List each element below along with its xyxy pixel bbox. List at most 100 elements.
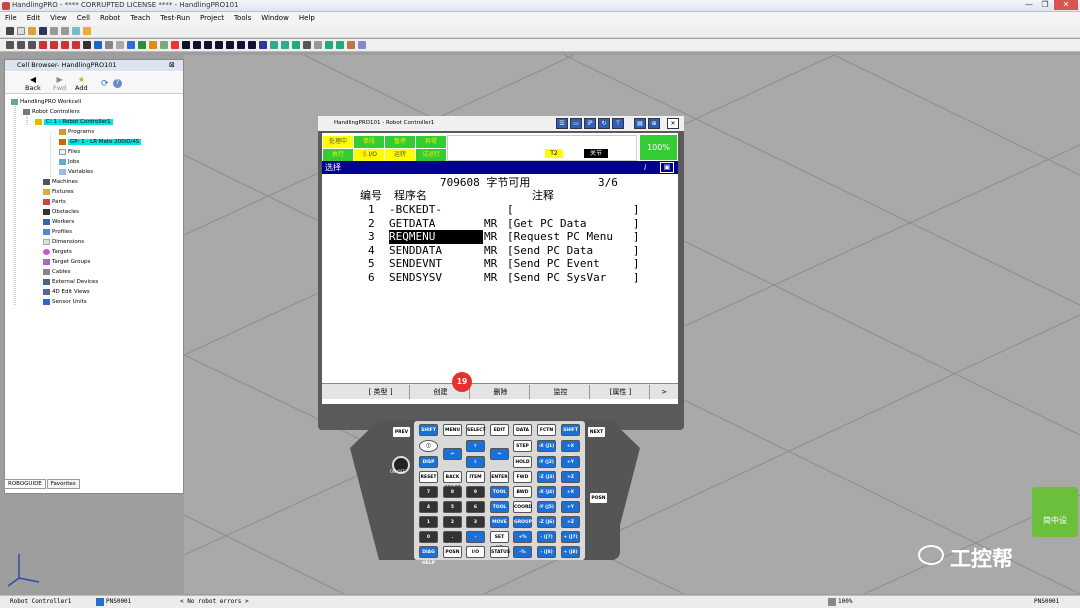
tab-favorites[interactable]: Favorites bbox=[46, 479, 80, 489]
panel-close-icon[interactable]: ⊠ bbox=[169, 61, 175, 69]
jog-plus-rx-key[interactable]: +X (J4) bbox=[561, 486, 580, 506]
tool1-key[interactable]: TOOL 1 bbox=[490, 486, 509, 506]
undo-icon[interactable] bbox=[50, 27, 58, 35]
backspace-key[interactable]: BACK SPACE bbox=[443, 471, 462, 491]
abort-icon[interactable] bbox=[248, 41, 256, 49]
fwd-key[interactable]: FWD bbox=[513, 471, 532, 483]
program-name[interactable]: SENDSYSV bbox=[389, 271, 442, 285]
tree-item-files[interactable]: Files bbox=[59, 148, 80, 157]
stop-icon[interactable] bbox=[171, 41, 179, 49]
shift-key-right[interactable]: SHIFT bbox=[561, 424, 580, 436]
menu-test-run[interactable]: Test-Run bbox=[155, 12, 195, 25]
hold-key[interactable]: HOLD bbox=[513, 456, 532, 468]
zoom-in-icon[interactable] bbox=[17, 41, 25, 49]
right-arrow-key-icon[interactable]: ⇨ bbox=[490, 448, 509, 460]
key-4[interactable]: 4 bbox=[419, 501, 438, 513]
menu-view[interactable]: View bbox=[45, 12, 72, 25]
menu-help[interactable]: Help bbox=[294, 12, 320, 25]
info-key-icon[interactable]: ⓘ bbox=[419, 440, 438, 452]
speed-down-key-icon[interactable]: -% bbox=[513, 546, 532, 558]
eject-icon[interactable] bbox=[237, 41, 245, 49]
move-icon[interactable] bbox=[39, 41, 47, 49]
step-icon[interactable] bbox=[204, 41, 212, 49]
jog-minus-rx-key[interactable]: -X (J4) bbox=[537, 486, 556, 498]
worker-icon[interactable] bbox=[303, 41, 311, 49]
jog-plus-y-key[interactable]: +Y (J2) bbox=[561, 456, 580, 476]
group-key[interactable]: GROUP bbox=[513, 516, 532, 528]
next-key[interactable]: NEXT bbox=[587, 426, 606, 438]
help-icon[interactable]: ? bbox=[113, 79, 122, 88]
menu-file[interactable]: File bbox=[0, 12, 22, 25]
record-icon[interactable] bbox=[94, 41, 102, 49]
program-alt-icon[interactable] bbox=[149, 41, 157, 49]
shift-key-left[interactable]: SHIFT bbox=[419, 424, 438, 436]
status-key[interactable]: STATUS bbox=[490, 546, 510, 558]
bulb-icon[interactable] bbox=[83, 27, 91, 35]
redo-icon[interactable] bbox=[61, 27, 69, 35]
diag-help-key[interactable]: DIAG HELP bbox=[419, 546, 438, 566]
calculator-icon[interactable] bbox=[259, 41, 267, 49]
item-key[interactable]: ITEM bbox=[466, 471, 485, 483]
hand-icon[interactable] bbox=[116, 41, 124, 49]
key-0[interactable]: 0 bbox=[419, 531, 438, 543]
f1-type-button[interactable]: [ 类型 ] bbox=[352, 385, 410, 399]
tree-item-variables[interactable]: Variables bbox=[59, 168, 93, 177]
disp-key[interactable]: DISP bbox=[419, 456, 438, 468]
coordinate-icon[interactable] bbox=[61, 41, 69, 49]
open-folder-icon[interactable] bbox=[28, 27, 36, 35]
key-8[interactable]: 8 bbox=[443, 486, 462, 498]
tree-item-programs[interactable]: Programs bbox=[59, 128, 94, 137]
program-name[interactable]: -BCKEDT- bbox=[389, 203, 442, 217]
menu-window[interactable]: Window bbox=[256, 12, 294, 25]
ipendant-icon[interactable]: iP bbox=[584, 118, 596, 129]
jog-plus-x-key[interactable]: +X (J1) bbox=[561, 440, 580, 460]
jog-minus-ry-key[interactable]: -Y (J5) bbox=[537, 501, 556, 513]
io-key[interactable]: I/O bbox=[466, 546, 485, 558]
data-key[interactable]: DATA bbox=[513, 424, 532, 436]
jog-minus-j8-key[interactable]: - (J8) bbox=[537, 546, 556, 558]
pause-icon[interactable] bbox=[215, 41, 223, 49]
target-icon[interactable] bbox=[72, 41, 80, 49]
left-arrow-key-icon[interactable]: ⇦ bbox=[443, 448, 462, 460]
grid-icon[interactable] bbox=[6, 27, 14, 35]
prev-key[interactable]: PREV bbox=[392, 426, 411, 438]
window-toggle-icon[interactable]: ▣ bbox=[660, 162, 674, 173]
coord-key[interactable]: COORD bbox=[513, 501, 532, 513]
grid-view-icon[interactable] bbox=[281, 41, 289, 49]
menu-teach[interactable]: Teach bbox=[125, 12, 155, 25]
io-icon[interactable] bbox=[160, 41, 168, 49]
close-button[interactable]: ✕ bbox=[1054, 0, 1078, 10]
key-6[interactable]: 6 bbox=[466, 501, 485, 513]
jog-minus-y-key[interactable]: -Y (J2) bbox=[537, 456, 556, 468]
keyboard-icon[interactable]: ▭ bbox=[570, 118, 582, 129]
reset-key[interactable]: RESET bbox=[419, 471, 438, 483]
f5-attribute-button[interactable]: [属性 ] bbox=[592, 385, 650, 399]
up-arrow-key-icon[interactable]: ⇧ bbox=[466, 440, 485, 452]
key-5[interactable]: 5 bbox=[443, 501, 462, 513]
tool2-key[interactable]: TOOL 2 bbox=[490, 501, 509, 521]
zoom-window-icon[interactable] bbox=[28, 41, 36, 49]
teach-pendant-icon[interactable] bbox=[127, 41, 135, 49]
program-name[interactable]: GETDATA bbox=[389, 217, 435, 231]
fwd-button[interactable]: ▶ Fwd bbox=[53, 75, 66, 92]
back-button[interactable]: ◀ Back bbox=[25, 75, 41, 92]
refresh-icon[interactable]: ↻ bbox=[598, 118, 610, 129]
menu-tools[interactable]: Tools bbox=[229, 12, 256, 25]
down-arrow-key-icon[interactable]: ⇩ bbox=[466, 456, 485, 468]
menu-key[interactable]: MENU bbox=[443, 424, 462, 436]
program-name-selected[interactable]: REQMENU bbox=[389, 230, 483, 244]
view-icon[interactable] bbox=[72, 27, 80, 35]
key-1[interactable]: 1 bbox=[419, 516, 438, 528]
tree-item-jobs[interactable]: Jobs bbox=[59, 158, 79, 167]
window-icon[interactable] bbox=[358, 41, 366, 49]
jog-plus-j7-key[interactable]: + (J7) bbox=[561, 531, 580, 543]
check-icon[interactable] bbox=[325, 41, 333, 49]
key-7[interactable]: 7 bbox=[419, 486, 438, 498]
program-icon[interactable] bbox=[138, 41, 146, 49]
jog-minus-x-key[interactable]: -X (J1) bbox=[537, 440, 556, 452]
record-dot-icon[interactable] bbox=[182, 41, 190, 49]
select-key[interactable]: SELECT bbox=[466, 424, 486, 436]
arrow-icon[interactable] bbox=[83, 41, 91, 49]
jog-plus-rz-key[interactable]: +Z (J6) bbox=[561, 516, 580, 536]
setup-key[interactable]: SET UP bbox=[490, 531, 509, 551]
